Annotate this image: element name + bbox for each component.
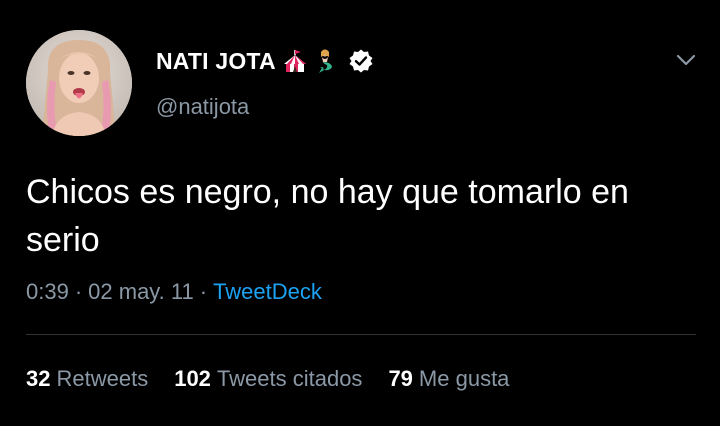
user-handle[interactable]: @natijota bbox=[156, 94, 249, 120]
tweet-source-link[interactable]: TweetDeck bbox=[213, 279, 322, 304]
tweet-text: Chicos es negro, no hay que tomarlo en s… bbox=[26, 173, 629, 259]
name-row: NATI JOTA bbox=[156, 44, 374, 78]
retweets-label: Retweets bbox=[56, 366, 149, 391]
avatar[interactable] bbox=[26, 30, 132, 136]
tweet-card: NATI JOTA @natijota Chicos es negro, no … bbox=[0, 0, 720, 426]
chevron-down-icon[interactable] bbox=[674, 50, 698, 70]
retweets-count: 32 bbox=[26, 366, 51, 391]
retweets-stat[interactable]: 32 Retweets bbox=[26, 366, 148, 392]
display-name[interactable]: NATI JOTA bbox=[156, 48, 276, 75]
quote-tweets-label: Tweets citados bbox=[216, 366, 363, 391]
verified-badge-icon bbox=[348, 48, 374, 74]
tweet-date[interactable]: 02 may. 11 bbox=[88, 279, 194, 304]
quote-tweets-stat[interactable]: 102 Tweets citados bbox=[174, 366, 362, 392]
avatar-image bbox=[26, 30, 132, 136]
tweet-stats: 32 Retweets 102 Tweets citados 79 Me gusta bbox=[26, 366, 535, 392]
likes-stat[interactable]: 79 Me gusta bbox=[388, 366, 509, 392]
meta-separator: · bbox=[74, 279, 83, 304]
tweet-meta: 0:39 · 02 may. 11 · TweetDeck bbox=[26, 279, 322, 305]
divider bbox=[26, 334, 696, 335]
likes-count: 79 bbox=[388, 366, 413, 391]
meta-separator: · bbox=[199, 279, 208, 304]
likes-label: Me gusta bbox=[418, 366, 510, 391]
mermaid-emoji bbox=[314, 48, 340, 74]
circus-tent-emoji bbox=[282, 48, 308, 74]
tweet-time[interactable]: 0:39 bbox=[26, 279, 69, 304]
quote-tweets-count: 102 bbox=[174, 366, 211, 391]
